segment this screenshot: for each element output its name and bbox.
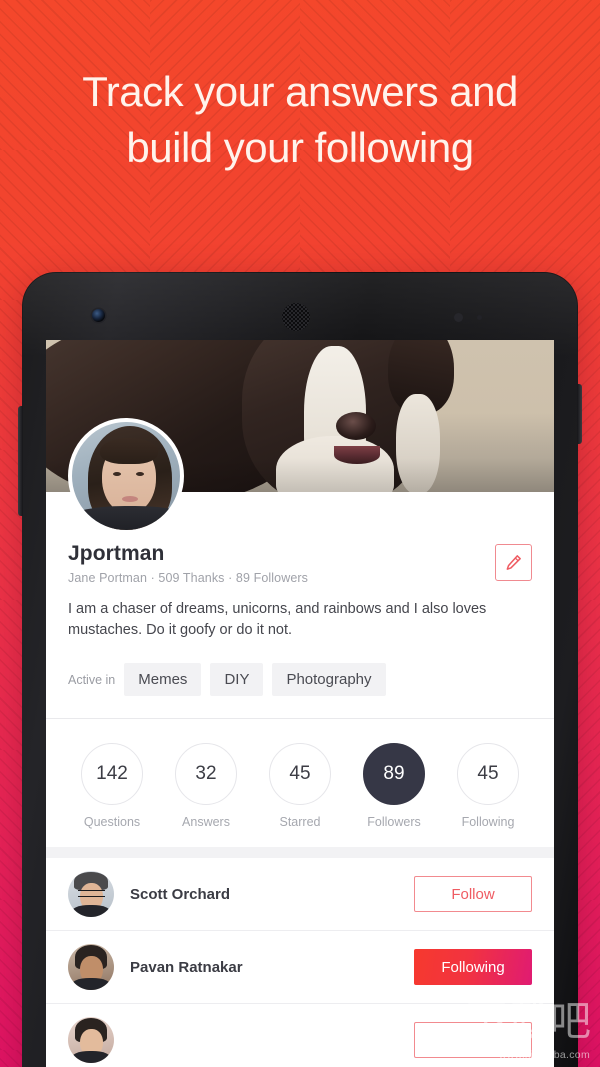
- speaker-grille-icon: [282, 303, 310, 331]
- list-item[interactable]: [46, 1004, 554, 1067]
- avatar-lips: [122, 496, 138, 502]
- following-button[interactable]: Following: [414, 949, 532, 985]
- pencil-icon: [506, 555, 521, 570]
- cover-dog-nose: [336, 412, 376, 440]
- avatar-eye-left: [113, 472, 121, 476]
- person-name: Scott Orchard: [130, 885, 231, 903]
- stat-answers-label: Answers: [182, 815, 230, 829]
- volume-button[interactable]: [18, 406, 23, 516]
- phone-mockup: Jportman Jane Portman · 509 Thanks · 89 …: [18, 272, 582, 1067]
- avatar[interactable]: [68, 418, 184, 534]
- stat-starred[interactable]: 45 Starred: [258, 743, 342, 829]
- avatar-shoulders: [71, 978, 111, 990]
- proximity-sensor-icon: [454, 313, 463, 322]
- profile-identity: Jportman Jane Portman · 509 Thanks · 89 …: [68, 542, 308, 585]
- edit-profile-button[interactable]: [495, 544, 532, 581]
- promo-headline: Track your answers and build your follow…: [0, 64, 600, 176]
- promo-screenshot: Track your answers and build your follow…: [0, 0, 600, 1067]
- profile-meta: Jane Portman · 509 Thanks · 89 Followers: [68, 571, 308, 585]
- stats-row: 142 Questions 32 Answers 45 Starred 89 F…: [46, 719, 554, 847]
- app-screen: Jportman Jane Portman · 509 Thanks · 89 …: [46, 340, 554, 1067]
- promo-headline-line2: build your following: [126, 124, 474, 171]
- profile-bio: I am a chaser of dreams, unicorns, and r…: [68, 599, 532, 641]
- stat-following-value: 45: [457, 743, 519, 805]
- avatar-eye-right: [136, 472, 144, 476]
- avatar: [68, 871, 114, 917]
- avatar: [68, 1017, 114, 1063]
- stat-followers-value: 89: [363, 743, 425, 805]
- stat-following-label: Following: [461, 815, 515, 829]
- stat-questions-label: Questions: [83, 815, 141, 829]
- avatar-shoulders: [72, 506, 180, 530]
- avatar-shoulders: [71, 905, 111, 917]
- stat-following[interactable]: 45 Following: [446, 743, 530, 829]
- topic-tag-photography[interactable]: Photography: [272, 663, 386, 696]
- avatar-shoulders: [71, 1051, 111, 1063]
- stat-followers[interactable]: 89 Followers: [352, 743, 436, 829]
- stat-questions[interactable]: 142 Questions: [70, 743, 154, 829]
- active-in-label: Active in: [68, 672, 116, 687]
- stat-questions-value: 142: [81, 743, 143, 805]
- follow-button[interactable]: Follow: [414, 876, 532, 912]
- list-item[interactable]: Pavan Ratnakar Following: [46, 931, 554, 1004]
- list-item[interactable]: Scott Orchard Follow: [46, 858, 554, 931]
- promo-headline-line1: Track your answers and: [82, 68, 518, 115]
- light-sensor-icon: [477, 315, 482, 320]
- follow-button[interactable]: [414, 1022, 532, 1058]
- glasses-icon: [78, 890, 105, 897]
- power-button[interactable]: [577, 384, 582, 444]
- stat-starred-value: 45: [269, 743, 331, 805]
- topic-tag-diy[interactable]: DIY: [210, 663, 264, 696]
- profile-username: Jportman: [68, 542, 165, 565]
- topic-tag-memes[interactable]: Memes: [124, 663, 202, 696]
- active-in-row: Active in Memes DIY Photography: [68, 663, 532, 718]
- section-separator: [46, 847, 554, 858]
- stat-starred-label: Starred: [279, 815, 321, 829]
- person-name: Pavan Ratnakar: [130, 958, 243, 976]
- stat-followers-label: Followers: [367, 815, 421, 829]
- camera-icon: [92, 309, 105, 322]
- avatar-fringe: [100, 438, 158, 464]
- profile-bio-line1: I am a chaser of dreams, unicorns, and r…: [68, 601, 382, 617]
- avatar: [68, 944, 114, 990]
- stat-answers[interactable]: 32 Answers: [164, 743, 248, 829]
- stat-answers-value: 32: [175, 743, 237, 805]
